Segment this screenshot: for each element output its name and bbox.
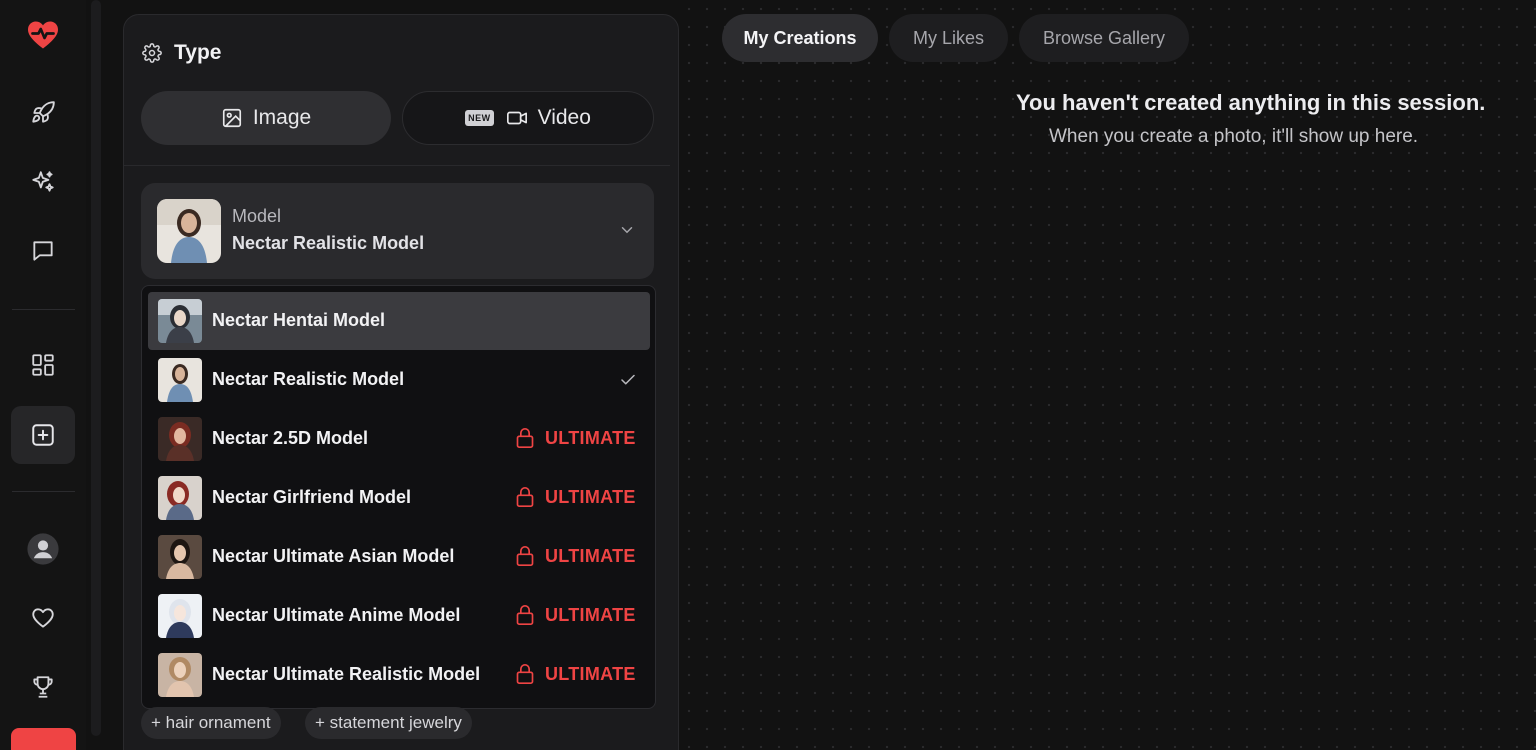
sidebar-divider	[12, 491, 75, 492]
model-thumbnail	[158, 594, 202, 638]
grid-icon[interactable]	[11, 336, 75, 394]
check-icon	[621, 374, 635, 385]
tag-chip-hair-ornament[interactable]: + hair ornament	[141, 707, 281, 739]
lock-icon	[516, 428, 534, 448]
ultimate-lock: ULTIMATE	[515, 545, 636, 567]
ultimate-badge: ULTIMATE	[545, 663, 636, 684]
model-value: Nectar Realistic Model	[232, 233, 425, 253]
ultimate-badge: ULTIMATE	[545, 604, 636, 625]
video-camera-icon	[506, 111, 527, 125]
ultimate-lock: ULTIMATE	[515, 604, 636, 626]
image-icon	[222, 108, 241, 128]
dropdown-item-label: Nectar Ultimate Asian Model	[212, 546, 455, 566]
dropdown-item-label: Nectar Ultimate Anime Model	[212, 605, 461, 625]
image-type-label: Image	[252, 106, 312, 129]
model-thumbnail	[158, 299, 202, 343]
dropdown-item-nectar-girlfriend-model[interactable]: Nectar Girlfriend Model ULTIMATE	[148, 469, 650, 527]
dropdown-item-label: Nectar Hentai Model	[212, 310, 386, 330]
new-badge: NEW	[465, 110, 494, 126]
dropdown-item-nectar-realistic-model[interactable]: Nectar Realistic Model	[148, 351, 650, 409]
lock-icon	[516, 546, 534, 566]
panel-title: Type	[174, 41, 222, 64]
plus-square-icon[interactable]	[11, 406, 75, 464]
model-thumbnail	[158, 476, 202, 520]
lock-icon	[516, 664, 534, 684]
model-label: Model	[232, 206, 282, 226]
trophy-icon[interactable]	[11, 658, 75, 716]
tab-my-creations[interactable]: My Creations	[722, 14, 878, 62]
tab-my-likes[interactable]: My Likes	[889, 14, 1008, 62]
model-select[interactable]: Model Nectar Realistic Model	[141, 183, 654, 279]
ultimate-badge: ULTIMATE	[545, 545, 636, 566]
dropdown-item-label: Nectar Realistic Model	[212, 369, 405, 389]
sidebar-bottom-button[interactable]	[11, 728, 76, 750]
model-thumbnail	[158, 417, 202, 461]
ultimate-badge: ULTIMATE	[545, 486, 636, 507]
lock-icon	[516, 605, 534, 625]
heart-icon[interactable]	[11, 589, 75, 647]
lock-icon	[516, 487, 534, 507]
video-type-label: Video	[537, 106, 591, 129]
model-thumbnail	[158, 653, 202, 697]
model-thumbnail	[157, 199, 221, 263]
heart-pulse-icon[interactable]	[11, 6, 75, 64]
dropdown-item-nectar-hentai-model[interactable]: Nectar Hentai Model	[148, 292, 650, 350]
rocket-icon[interactable]	[11, 84, 75, 142]
dropdown-item-nectar-ultimate-realistic-model[interactable]: Nectar Ultimate Realistic Model ULTIMATE	[148, 646, 650, 704]
ultimate-lock: ULTIMATE	[515, 663, 636, 685]
model-thumbnail	[158, 535, 202, 579]
sparkles-icon[interactable]	[11, 153, 75, 211]
dropdown-item-nectar-ultimate-asian-model[interactable]: Nectar Ultimate Asian Model ULTIMATE	[148, 528, 650, 586]
user-icon[interactable]	[11, 520, 75, 578]
chat-icon[interactable]	[11, 222, 75, 280]
gear-icon	[142, 43, 162, 63]
video-type-button[interactable]: NEW Video	[402, 91, 654, 145]
chevron-down-icon	[621, 227, 633, 234]
empty-state-subtitle: When you create a photo, it'll show up h…	[1049, 126, 1419, 147]
ultimate-badge: ULTIMATE	[545, 427, 636, 448]
panel-header: Type	[142, 41, 221, 65]
sidebar-divider	[12, 309, 75, 310]
dropdown-item-label: Nectar Ultimate Realistic Model	[212, 664, 481, 684]
model-dropdown: Nectar Hentai Model Nectar Realistic Mod…	[141, 285, 656, 709]
sidebar	[0, 0, 86, 750]
dropdown-item-label: Nectar 2.5D Model	[212, 428, 369, 448]
tab-browse-gallery[interactable]: Browse Gallery	[1019, 14, 1189, 62]
ultimate-lock: ULTIMATE	[515, 486, 636, 508]
image-type-button[interactable]: Image	[141, 91, 391, 145]
ultimate-lock: ULTIMATE	[515, 427, 636, 449]
dropdown-item-nectar-2-5d-model[interactable]: Nectar 2.5D Model ULTIMATE	[148, 410, 650, 468]
dropdown-item-nectar-ultimate-anime-model[interactable]: Nectar Ultimate Anime Model ULTIMATE	[148, 587, 650, 645]
empty-state-title: You haven't created anything in this ses…	[1016, 90, 1486, 115]
model-thumbnail	[158, 358, 202, 402]
sidebar-scrollbar[interactable]	[91, 0, 101, 736]
dropdown-item-label: Nectar Girlfriend Model	[212, 487, 412, 507]
tag-chip-statement-jewelry[interactable]: + statement jewelry	[305, 707, 472, 739]
panel-divider	[124, 165, 670, 166]
